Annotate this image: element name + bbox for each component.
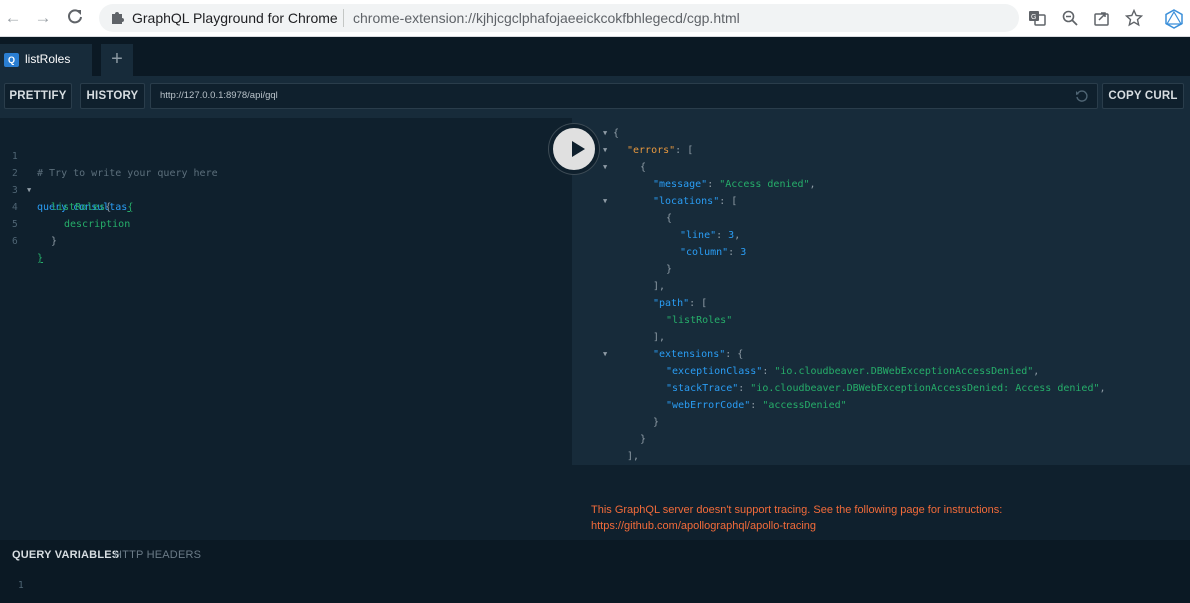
forward-arrow-icon[interactable]: →	[33, 8, 53, 28]
result-line: ],	[572, 329, 1190, 346]
result-line: ▼ "errors": [	[572, 142, 1190, 159]
variables-line-number: 1	[18, 580, 24, 591]
result-code: }	[653, 417, 660, 428]
address-bar[interactable]: GraphQL Playground for Chrome chrome-ext…	[99, 4, 1019, 32]
result-code: "stackTrace": "io.cloudbeaver.DBWebExcep…	[666, 383, 1106, 394]
tab-label: listRoles	[25, 52, 71, 66]
play-icon	[572, 141, 585, 157]
result-line: "exceptionClass": "io.cloudbeaver.DBWebE…	[572, 363, 1190, 380]
line-number: 6	[12, 236, 18, 247]
variables-panel: QUERY VARIABLES HTTP HEADERS 1	[0, 540, 1190, 603]
site-name: GraphQL Playground for Chrome	[132, 10, 338, 26]
result-line: ▼ "locations": [	[572, 193, 1190, 210]
result-line: }	[572, 431, 1190, 448]
result-viewer[interactable]: ▼{▼ "errors": [▼{"message": "Access denie…	[572, 118, 1190, 465]
result-line: {	[572, 210, 1190, 227]
history-button[interactable]: HISTORY	[80, 83, 145, 109]
endpoint-url: http://127.0.0.1:8978/api/gql	[160, 90, 278, 101]
back-arrow-icon[interactable]: ←	[3, 8, 23, 28]
tabs-bar: Q listRoles +	[0, 37, 1190, 76]
graphql-extension-icon[interactable]	[1164, 9, 1183, 29]
fold-arrow-icon[interactable]: ▼	[603, 159, 607, 176]
inner-close-brace: }	[51, 236, 58, 247]
result-line: "column": 3	[572, 244, 1190, 261]
execute-query-button[interactable]	[549, 124, 599, 174]
result-code: "message": "Access denied",	[653, 179, 816, 190]
result-code: {	[640, 162, 647, 173]
tracing-link[interactable]: https://github.com/apollographql/apollo-…	[591, 520, 816, 532]
tab-http-headers[interactable]: HTTP HEADERS	[114, 549, 201, 561]
zoom-icon[interactable]	[1061, 9, 1079, 27]
svg-text:G: G	[1031, 14, 1036, 21]
bookmark-star-icon[interactable]	[1124, 8, 1144, 27]
query-editor[interactable]: 1 # Try to write your query here 2 ▼ que…	[0, 118, 572, 540]
result-code: "path": [	[653, 298, 708, 309]
result-line: ▼ "extensions": {	[572, 346, 1190, 363]
result-code: "listRoles"	[666, 315, 733, 326]
tracing-panel: This GraphQL server doesn't support trac…	[572, 465, 1190, 540]
result-line: }	[572, 414, 1190, 431]
result-code: "extensions": {	[653, 349, 744, 360]
browser-toolbar: ← → GraphQL Playground for Chrome chrome…	[0, 0, 1190, 37]
editor-toolbar: PRETTIFY HISTORY http://127.0.0.1:8978/a…	[0, 76, 1190, 118]
result-line: "webErrorCode": "accessDenied"	[572, 397, 1190, 414]
result-code: "errors": [	[627, 145, 694, 156]
share-icon[interactable]	[1093, 9, 1111, 27]
tracing-message: This GraphQL server doesn't support trac…	[591, 502, 1151, 534]
outer-close-brace: }	[37, 253, 44, 264]
query-badge: Q	[4, 53, 19, 67]
editor-line: 1 # Try to write your query here	[0, 131, 560, 179]
result-line: }	[572, 261, 1190, 278]
copy-curl-button[interactable]: COPY CURL	[1102, 83, 1184, 109]
result-line: ],	[572, 278, 1190, 295]
result-line: ▼{	[572, 159, 1190, 176]
editor-line: 2 ▼ query consultas{	[0, 148, 560, 213]
result-code: }	[666, 264, 673, 275]
result-code: "exceptionClass": "io.cloudbeaver.DBWebE…	[666, 366, 1040, 377]
fold-arrow-icon[interactable]: ▼	[603, 125, 607, 142]
result-line: ▼{	[572, 125, 1190, 142]
result-code: ],	[627, 451, 640, 462]
fold-arrow-icon[interactable]: ▼	[603, 142, 607, 159]
tab-listroles[interactable]: Q listRoles	[0, 44, 92, 76]
editor-line: 5 }	[0, 199, 560, 247]
result-line: "message": "Access denied",	[572, 176, 1190, 193]
fold-arrow-icon[interactable]: ▼	[603, 193, 607, 210]
result-line: "stackTrace": "io.cloudbeaver.DBWebExcep…	[572, 380, 1190, 397]
prettify-button[interactable]: PRETTIFY	[4, 83, 72, 109]
result-code: {	[666, 213, 673, 224]
result-code: "column": 3	[680, 247, 747, 258]
tracing-info: This GraphQL server doesn't support trac…	[591, 504, 1003, 516]
result-line: "line": 3,	[572, 227, 1190, 244]
result-code: "webErrorCode": "accessDenied"	[666, 400, 847, 411]
reload-icon[interactable]	[65, 8, 85, 28]
result-line: "path": [	[572, 295, 1190, 312]
result-line: ],	[572, 448, 1190, 465]
tab-query-variables[interactable]: QUERY VARIABLES	[12, 549, 119, 561]
fold-arrow-icon[interactable]: ▼	[603, 346, 607, 363]
add-tab-button[interactable]: +	[101, 44, 133, 76]
extension-puzzle-icon	[109, 10, 125, 26]
result-code: {	[613, 128, 620, 139]
result-code: ],	[653, 332, 666, 343]
editor-line: 4 description	[0, 182, 560, 230]
translate-icon[interactable]: G	[1028, 9, 1046, 27]
result-code: "locations": [	[653, 196, 738, 207]
editor-line: 3 listRoles{	[0, 165, 560, 213]
editor-line: 6 }	[0, 216, 560, 264]
result-code: }	[640, 434, 647, 445]
result-line: "listRoles"	[572, 312, 1190, 329]
omnibox-divider	[343, 9, 344, 27]
reload-schema-icon[interactable]	[1075, 89, 1089, 103]
url-text[interactable]: chrome-extension://kjhjcgclphafojaeeickc…	[353, 10, 740, 26]
result-code: ],	[653, 281, 666, 292]
endpoint-input[interactable]: http://127.0.0.1:8978/api/gql	[150, 83, 1098, 109]
result-code: "line": 3,	[680, 230, 741, 241]
